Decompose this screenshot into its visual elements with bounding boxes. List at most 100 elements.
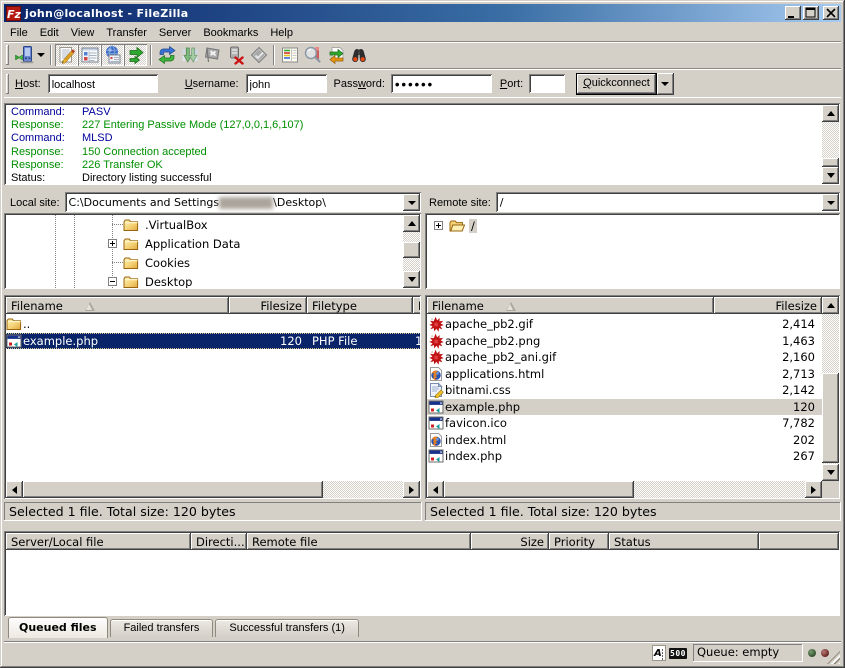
- comparison-button[interactable]: [301, 44, 324, 66]
- file-row-example-php[interactable]: example.php 120 PHP File 1: [6, 333, 420, 350]
- column-header-priority[interactable]: Priority: [549, 533, 609, 550]
- tree-item-cookies[interactable]: Cookies: [6, 253, 420, 272]
- column-header-lastmodified[interactable]: L: [413, 297, 420, 314]
- tree-item-application-data[interactable]: Application Data: [6, 234, 420, 253]
- scroll-right-button[interactable]: [403, 481, 420, 498]
- file-row[interactable]: applications.html 2,713: [427, 366, 822, 383]
- site-manager-dropdown[interactable]: [35, 44, 47, 66]
- local-tree-scroll-down[interactable]: [403, 271, 420, 288]
- menu-server[interactable]: Server: [153, 25, 197, 41]
- host-input[interactable]: [48, 74, 159, 94]
- menu-help[interactable]: Help: [264, 25, 299, 41]
- menu-transfer[interactable]: Transfer: [100, 25, 153, 41]
- local-site-label: Local site:: [10, 197, 60, 209]
- scroll-track[interactable]: [634, 481, 805, 498]
- scroll-left-button[interactable]: [427, 481, 444, 498]
- refresh-icon: [157, 45, 177, 65]
- column-header-direction[interactable]: Directi...: [191, 533, 247, 550]
- file-row[interactable]: index.html 202: [427, 432, 822, 449]
- expand-icon[interactable]: [108, 239, 117, 248]
- refresh-button[interactable]: [155, 44, 178, 66]
- close-button[interactable]: [823, 6, 839, 20]
- file-row-parent-dir[interactable]: ..: [6, 316, 420, 333]
- column-header-filesize[interactable]: Filesize: [229, 297, 307, 314]
- quickconnect-button[interactable]: Quickconnect: [576, 73, 657, 95]
- column-header-server-local-file[interactable]: Server/Local file: [6, 533, 191, 550]
- tab-successful-transfers[interactable]: Successful transfers (1): [215, 619, 359, 637]
- reconnect-button[interactable]: [247, 44, 270, 66]
- remote-site-combo[interactable]: /: [496, 192, 841, 213]
- tab-queued-files[interactable]: Queued files: [8, 617, 108, 638]
- minimize-button[interactable]: [785, 6, 801, 20]
- file-row[interactable]: apache_pb2.gif 2,414: [427, 316, 822, 333]
- tab-failed-transfers[interactable]: Failed transfers: [110, 619, 214, 637]
- collapse-icon[interactable]: [108, 277, 117, 286]
- scroll-thumb[interactable]: [822, 373, 839, 463]
- file-row[interactable]: favicon.ico 7,782: [427, 415, 822, 432]
- speed-limits-icon[interactable]: 500: [669, 648, 687, 659]
- local-site-dropdown[interactable]: [403, 194, 420, 211]
- tree-item-root[interactable]: /: [427, 216, 839, 235]
- php-file-icon: [6, 333, 22, 349]
- file-row[interactable]: bitnami.css 2,142: [427, 382, 822, 399]
- menu-view[interactable]: View: [65, 25, 101, 41]
- log-scroll-track[interactable]: [822, 122, 839, 158]
- column-header-size[interactable]: Size: [471, 533, 549, 550]
- local-tree-icon: [80, 45, 100, 65]
- tree-item-desktop[interactable]: Desktop: [6, 272, 420, 288]
- port-input[interactable]: [529, 74, 566, 94]
- toggle-queue-button[interactable]: [124, 44, 147, 66]
- remote-site-dropdown[interactable]: [822, 194, 839, 211]
- local-tree-scroll-up[interactable]: [403, 215, 420, 232]
- sync-browsing-button[interactable]: [324, 44, 347, 66]
- maximize-button[interactable]: [803, 6, 819, 20]
- file-row[interactable]: apache_pb2.png 1,463: [427, 333, 822, 350]
- file-row[interactable]: index.php 267: [427, 448, 822, 465]
- password-input[interactable]: [391, 74, 493, 94]
- process-queue-icon: [180, 45, 200, 65]
- username-input[interactable]: [246, 74, 328, 94]
- menu-file[interactable]: File: [4, 25, 34, 41]
- local-site-combo[interactable]: C:\Documents and Settings\Desktop\: [65, 192, 422, 213]
- scroll-left-button[interactable]: [6, 481, 23, 498]
- find-files-button[interactable]: [347, 44, 370, 66]
- column-header-filename[interactable]: Filename: [427, 297, 714, 314]
- scroll-up-button[interactable]: [822, 297, 839, 314]
- column-label: L: [418, 299, 420, 313]
- column-header-remote-file[interactable]: Remote file: [247, 533, 471, 550]
- site-manager-button[interactable]: [12, 44, 35, 66]
- scroll-thumb[interactable]: [444, 481, 634, 498]
- scroll-thumb[interactable]: [23, 481, 323, 498]
- tree-guide-line: [112, 224, 123, 225]
- column-label: Status: [614, 535, 651, 549]
- scroll-track[interactable]: [323, 481, 403, 498]
- quickconnect-dropdown[interactable]: [657, 73, 674, 95]
- remote-status: Selected 1 file. Total size: 120 bytes: [425, 502, 841, 521]
- log-scroll-down[interactable]: [822, 167, 839, 184]
- filter-button[interactable]: [278, 44, 301, 66]
- toggle-remote-tree-button[interactable]: [101, 44, 124, 66]
- toggle-message-log-button[interactable]: [55, 44, 78, 66]
- log-scroll-up[interactable]: [822, 105, 839, 122]
- menu-bookmarks[interactable]: Bookmarks: [197, 25, 264, 41]
- disconnect-button[interactable]: [224, 44, 247, 66]
- column-header-filetype[interactable]: Filetype: [307, 297, 413, 314]
- column-header-filename[interactable]: Filename: [6, 297, 229, 314]
- cancel-button[interactable]: [201, 44, 224, 66]
- file-row[interactable]: apache_pb2_ani.gif 2,160: [427, 349, 822, 366]
- local-tree-scroll-thumb[interactable]: [403, 242, 420, 258]
- tree-item-virtualbox[interactable]: .VirtualBox: [6, 215, 420, 234]
- expand-icon[interactable]: [434, 221, 443, 230]
- file-size: 2,142: [782, 383, 815, 397]
- file-row-selected[interactable]: example.php 120: [427, 399, 822, 416]
- scroll-down-button[interactable]: [822, 464, 839, 481]
- column-header-filesize[interactable]: Filesize: [714, 297, 822, 314]
- toggle-local-tree-button[interactable]: [78, 44, 101, 66]
- file-size: 120: [280, 334, 302, 348]
- menu-edit[interactable]: Edit: [34, 25, 65, 41]
- process-queue-button[interactable]: [178, 44, 201, 66]
- log-scroll-thumb[interactable]: [822, 158, 839, 167]
- column-header-status[interactable]: Status: [609, 533, 759, 550]
- html-file-icon: [428, 366, 444, 382]
- scroll-right-button[interactable]: [805, 481, 822, 498]
